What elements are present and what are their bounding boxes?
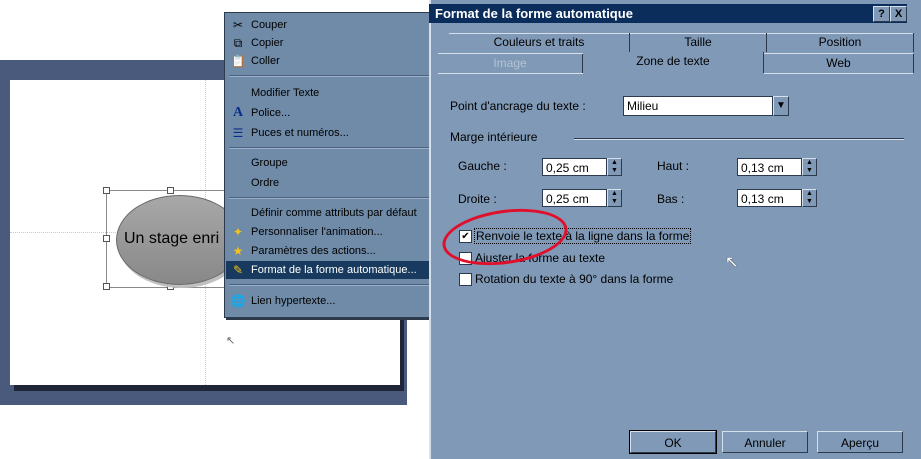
menu-item-coller[interactable]: 📋 Coller — [226, 52, 445, 70]
tab-image[interactable]: Image — [438, 54, 583, 73]
resize-handle[interactable] — [103, 187, 110, 194]
hyperlink-icon: 🌐 — [230, 294, 246, 308]
rotate-text-checkbox[interactable] — [459, 273, 472, 286]
ok-button[interactable]: OK — [629, 430, 717, 454]
menu-separator — [229, 147, 442, 149]
menu-item-groupe[interactable]: Groupe ▶ — [226, 154, 445, 172]
actions-icon: ★ — [232, 244, 244, 258]
tab-panel-border — [438, 73, 583, 74]
context-menu: ✂ Couper ⧉ Copier 📋 Coller Modifier Text… — [224, 12, 448, 318]
bottom-margin-label: Bas : — [657, 192, 685, 206]
menu-item-modifier-texte[interactable]: Modifier Texte — [226, 84, 445, 102]
menu-item-label: Puces et numéros... — [251, 127, 349, 139]
left-margin-input[interactable]: 0,25 cm — [542, 158, 607, 176]
top-margin-label: Haut : — [657, 159, 690, 173]
dialog-title: Format de la forme automatique — [435, 6, 633, 21]
help-button[interactable]: ? — [873, 6, 890, 22]
cancel-button[interactable]: Annuler — [722, 431, 808, 453]
menu-item-definir-attributs[interactable]: Définir comme attributs par défaut — [226, 204, 445, 222]
menu-item-ordre[interactable]: Ordre ▶ — [226, 174, 445, 192]
chevron-down-icon[interactable]: ▼ — [773, 96, 789, 116]
animation-icon: ✦ — [232, 225, 244, 239]
group-divider — [574, 138, 904, 140]
menu-item-police[interactable]: A Police... — [226, 104, 445, 122]
menu-item-label: Définir comme attributs par défaut — [251, 207, 417, 219]
bottom-margin-input[interactable]: 0,13 cm — [737, 189, 802, 207]
menu-item-label: Groupe — [251, 157, 288, 169]
top-margin-input[interactable]: 0,13 cm — [737, 158, 802, 176]
menu-item-animation[interactable]: ✦ Personnaliser l'animation... — [226, 223, 445, 241]
menu-item-label: Couper — [251, 19, 288, 31]
menu-item-label: Lien hypertexte... — [251, 295, 336, 307]
menu-item-label: Copier — [251, 37, 284, 49]
tab-panel-border — [764, 73, 913, 74]
menu-item-lien-hypertexte[interactable]: 🌐 Lien hypertexte... — [226, 292, 445, 310]
paste-icon: 📋 — [230, 54, 246, 68]
bullets-icon: ☰ — [232, 126, 244, 140]
menu-item-label: Format de la forme automatique... — [251, 264, 417, 276]
tab-position[interactable]: Position — [767, 33, 914, 52]
anchor-label: Point d'ancrage du texte : — [450, 99, 586, 113]
menu-item-puces[interactable]: ☰ Puces et numéros... — [226, 124, 445, 142]
menu-item-label: Paramètres des actions... — [251, 245, 376, 257]
menu-item-actions[interactable]: ★ Paramètres des actions... — [226, 242, 445, 260]
right-margin-input[interactable]: 0,25 cm — [542, 189, 607, 207]
resize-handle[interactable] — [103, 283, 110, 290]
menu-separator — [229, 197, 442, 199]
anchor-select[interactable]: Milieu — [623, 96, 773, 116]
resize-handle[interactable] — [103, 235, 110, 242]
menu-item-copier[interactable]: ⧉ Copier — [226, 34, 445, 52]
left-margin-spinner[interactable]: ▲ ▼ — [607, 158, 622, 176]
shape-text: Un stage enri — [124, 230, 220, 247]
right-margin-spinner[interactable]: ▲ ▼ — [607, 189, 622, 207]
menu-separator — [229, 284, 442, 286]
menu-item-label: Police... — [251, 107, 291, 119]
menu-separator — [229, 75, 442, 77]
tab-web[interactable]: Web — [764, 54, 914, 73]
left-margin-label: Gauche : — [458, 159, 507, 173]
preview-button[interactable]: Aperçu — [817, 431, 903, 453]
menu-item-label: Personnaliser l'animation... — [251, 226, 383, 238]
rotate-text-label[interactable]: Rotation du texte à 90° dans la forme — [475, 272, 673, 286]
font-icon: A — [232, 105, 244, 120]
mouse-cursor-icon: ↖ — [725, 254, 739, 271]
top-margin-spinner[interactable]: ▲ ▼ — [802, 158, 817, 176]
menu-item-couper[interactable]: ✂ Couper — [226, 16, 445, 34]
menu-item-label: Modifier Texte — [251, 87, 320, 99]
close-button[interactable]: X — [890, 6, 907, 22]
menu-item-label: Coller — [251, 55, 280, 67]
margin-group-label: Marge intérieure — [450, 130, 538, 144]
format-shape-icon: ✎ — [232, 263, 244, 277]
bottom-margin-spinner[interactable]: ▲ ▼ — [802, 189, 817, 207]
menu-item-label: Ordre — [251, 177, 280, 189]
scissors-icon: ✂ — [232, 18, 244, 32]
tab-zone-de-texte[interactable]: Zone de texte — [583, 52, 764, 73]
mouse-pointer-icon: ↖ — [226, 335, 236, 347]
resize-handle[interactable] — [167, 187, 174, 194]
tab-couleurs-traits[interactable]: Couleurs et traits — [449, 33, 630, 52]
right-margin-label: Droite : — [458, 192, 497, 206]
copy-icon: ⧉ — [233, 36, 243, 50]
menu-item-format-forme[interactable]: ✎ Format de la forme automatique... — [226, 261, 445, 279]
tab-taille[interactable]: Taille — [630, 33, 767, 52]
